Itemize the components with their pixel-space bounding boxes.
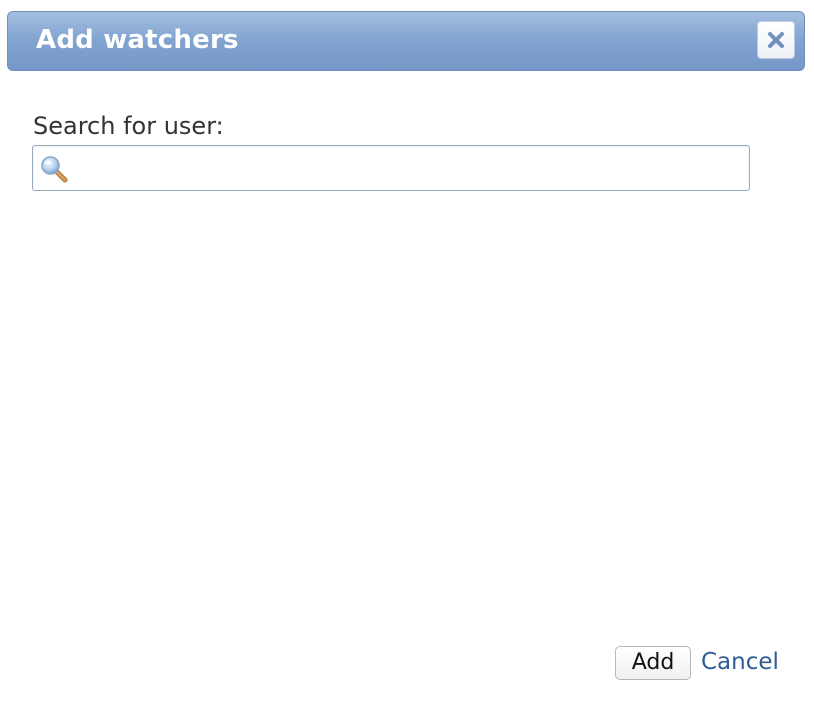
dialog-titlebar: Add watchers bbox=[7, 11, 805, 71]
cancel-link[interactable]: Cancel bbox=[701, 649, 779, 675]
search-input[interactable] bbox=[73, 146, 743, 190]
add-watchers-dialog: Add watchers Search for user: Add Cancel bbox=[0, 0, 814, 706]
search-icon bbox=[41, 156, 68, 183]
close-button[interactable] bbox=[757, 21, 795, 59]
dialog-title: Add watchers bbox=[36, 25, 239, 55]
close-icon bbox=[768, 32, 784, 48]
search-label: Search for user: bbox=[33, 112, 224, 140]
search-field[interactable] bbox=[32, 145, 750, 191]
add-button[interactable]: Add bbox=[615, 646, 691, 680]
